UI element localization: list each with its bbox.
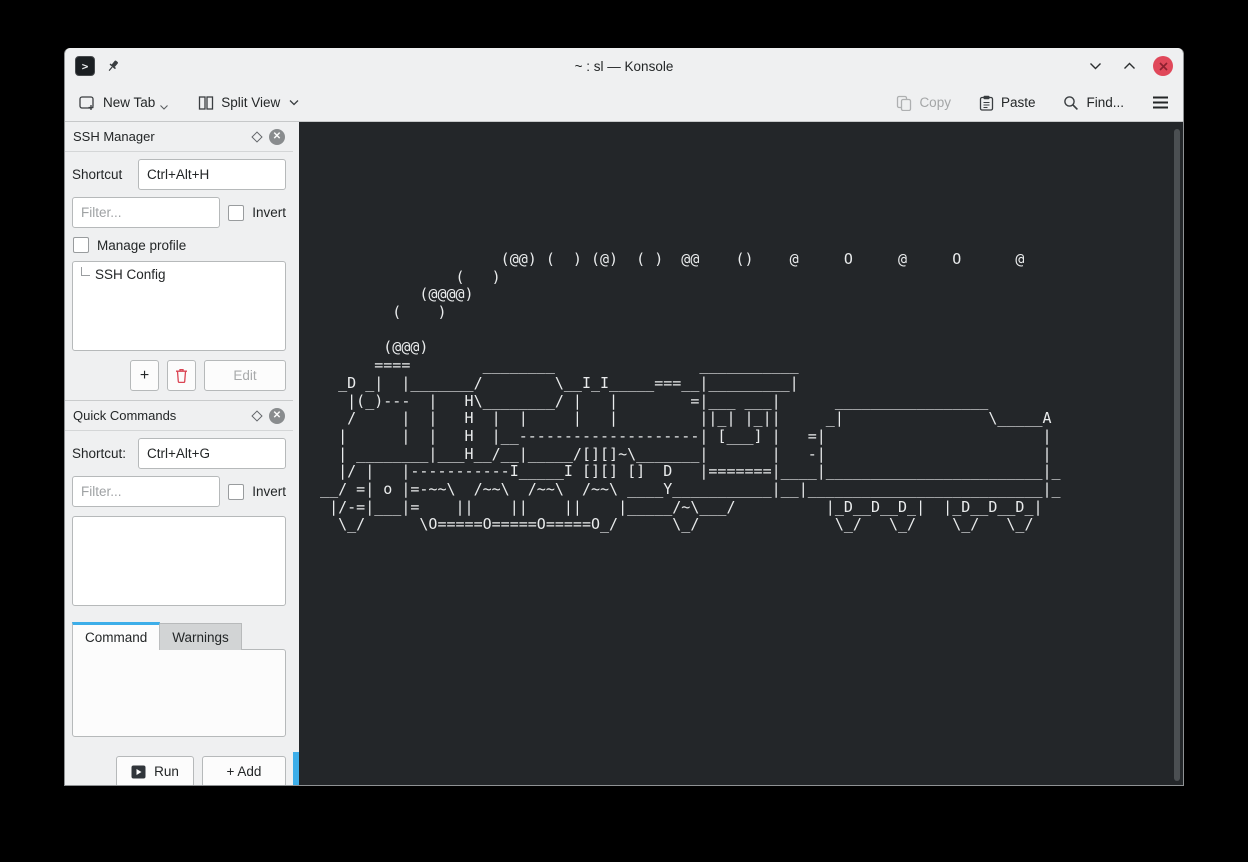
qc-filter-input[interactable] (72, 476, 220, 507)
split-view-icon (198, 95, 214, 111)
titlebar[interactable]: > ~ : sl — Konsole (65, 48, 1183, 84)
ssh-shortcut-field[interactable] (138, 159, 286, 190)
konsole-icon: > (75, 56, 95, 76)
chevron-down-icon (289, 99, 299, 106)
add-command-button[interactable]: + Add (202, 756, 286, 785)
find-label: Find... (1086, 95, 1124, 110)
copy-label: Copy (919, 95, 951, 110)
terminal-output: (@@) ( ) (@) ( ) @@ () @ O @ O @ ( ) (@@… (299, 122, 1183, 534)
quick-commands-list[interactable] (72, 516, 286, 606)
konsole-window: > ~ : sl — Konsole (64, 48, 1184, 786)
ssh-manager-panel: SSH Manager ✕ Shortcut Invert (65, 122, 293, 400)
close-panel-icon[interactable]: ✕ (269, 129, 285, 145)
invert-label: Invert (252, 205, 286, 220)
invert-checkbox[interactable] (228, 205, 244, 221)
add-ssh-button[interactable]: + (130, 360, 159, 391)
ssh-manager-title: SSH Manager (73, 129, 155, 144)
close-icon[interactable] (1153, 56, 1173, 76)
pin-icon[interactable] (105, 58, 121, 74)
menu-button[interactable] (1150, 88, 1171, 118)
window-title: ~ : sl — Konsole (65, 59, 1183, 74)
qc-invert-checkbox[interactable] (228, 484, 244, 500)
split-view-label: Split View (221, 95, 280, 110)
ssh-config-tree[interactable]: SSH Config (72, 261, 286, 351)
tab-command[interactable]: Command (72, 622, 160, 650)
float-panel-icon[interactable] (251, 410, 262, 421)
ssh-filter-input[interactable] (72, 197, 220, 228)
qc-invert-label: Invert (252, 484, 286, 499)
float-panel-icon[interactable] (251, 131, 262, 142)
copy-icon (896, 95, 912, 111)
split-view-button[interactable]: Split View (196, 88, 301, 118)
copy-button: Copy (894, 88, 953, 118)
quick-commands-title: Quick Commands (73, 408, 176, 423)
shortcut-label: Shortcut (72, 167, 122, 182)
trash-icon (175, 368, 188, 383)
search-icon (1063, 95, 1079, 111)
manage-profile-checkbox[interactable] (73, 237, 89, 253)
paste-icon (979, 95, 994, 111)
quick-commands-panel: Quick Commands ✕ Shortcut: Invert (65, 401, 293, 785)
new-tab-label: New Tab (103, 95, 155, 110)
paste-button[interactable]: Paste (977, 88, 1038, 118)
sidebar: SSH Manager ✕ Shortcut Invert (65, 122, 293, 785)
delete-ssh-button[interactable] (167, 360, 196, 391)
close-panel-icon[interactable]: ✕ (269, 408, 285, 424)
tab-warnings[interactable]: Warnings (160, 623, 242, 650)
qc-shortcut-label: Shortcut: (72, 446, 126, 461)
new-tab-icon (79, 95, 96, 111)
toolbar: New Tab Split View Copy (65, 84, 1183, 122)
command-editor[interactable] (72, 649, 286, 737)
tree-item-ssh-config[interactable]: SSH Config (79, 267, 279, 282)
maximize-icon[interactable] (1119, 56, 1139, 76)
paste-label: Paste (1001, 95, 1036, 110)
hamburger-menu-icon (1152, 96, 1169, 109)
quick-commands-header[interactable]: Quick Commands ✕ (65, 401, 293, 431)
scrollbar-thumb[interactable] (1174, 129, 1180, 781)
chevron-down-icon (160, 105, 168, 110)
find-button[interactable]: Find... (1061, 88, 1126, 118)
edit-ssh-button: Edit (204, 360, 286, 391)
manage-profile-label: Manage profile (97, 238, 186, 253)
minimize-icon[interactable] (1085, 56, 1105, 76)
new-tab-button[interactable]: New Tab (77, 88, 170, 118)
qc-shortcut-field[interactable] (138, 438, 286, 469)
terminal-display[interactable]: (@@) ( ) (@) ( ) @@ () @ O @ O @ ( ) (@@… (299, 122, 1183, 785)
run-button[interactable]: Run (116, 756, 194, 785)
tree-branch-icon (81, 267, 90, 276)
ssh-manager-header[interactable]: SSH Manager ✕ (65, 122, 293, 152)
run-icon (131, 765, 146, 779)
